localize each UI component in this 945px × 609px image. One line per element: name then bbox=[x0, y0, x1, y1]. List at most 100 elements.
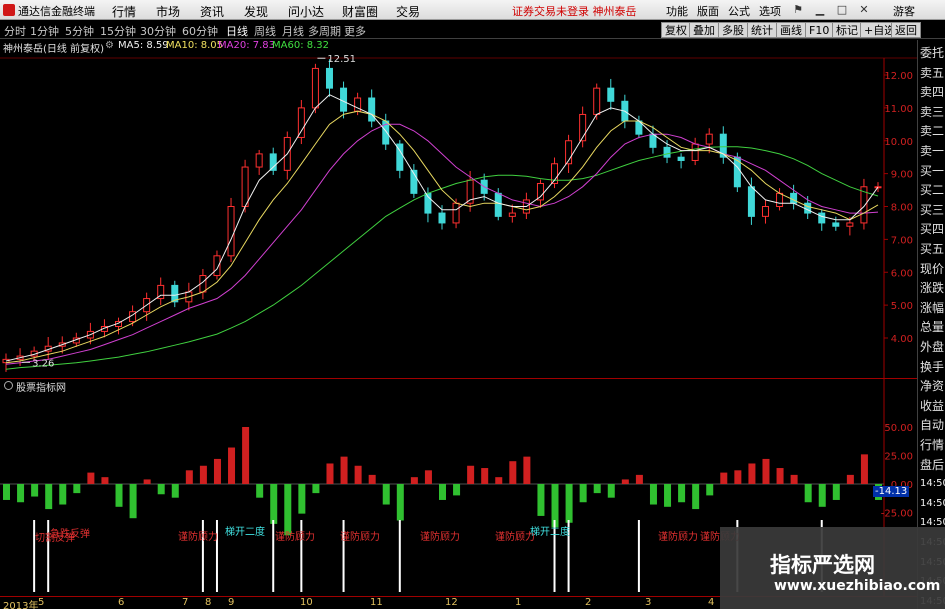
date-label: 9 bbox=[228, 597, 235, 608]
annotation-label: 12.51 bbox=[327, 54, 356, 65]
ma10-line bbox=[5, 110, 879, 364]
indicator-bar bbox=[59, 484, 67, 505]
watermark-url: www.xuezhibiao.com bbox=[774, 578, 941, 594]
signal-label: 梯开二度 bbox=[530, 525, 570, 538]
sidebar-item[interactable]: 卖四 bbox=[920, 83, 945, 101]
ma20-line bbox=[5, 123, 879, 365]
indicator-bar bbox=[537, 484, 545, 516]
sidebar-item[interactable]: 盘后 bbox=[920, 456, 945, 474]
sidebar-item[interactable]: 外盘 bbox=[920, 338, 945, 356]
sidebar-item[interactable]: 卖五 bbox=[920, 64, 945, 82]
indicator-bar bbox=[481, 468, 489, 484]
sidebar-item[interactable]: 换手 bbox=[920, 358, 945, 376]
date-label: 1 bbox=[515, 597, 522, 608]
candle-body bbox=[311, 67, 319, 109]
indicator-bar bbox=[284, 484, 292, 536]
sidebar-item[interactable]: 委托 bbox=[920, 44, 945, 62]
sidebar-item[interactable]: 卖三 bbox=[920, 103, 945, 121]
candle-body bbox=[494, 192, 502, 217]
watermark-title: 指标严选网 bbox=[770, 553, 875, 577]
candle-body bbox=[832, 222, 840, 227]
indicator-bar bbox=[790, 474, 798, 484]
indicator-bar bbox=[213, 458, 221, 484]
date-label: 2 bbox=[585, 597, 592, 608]
sidebar-item[interactable]: 涨跌 bbox=[920, 279, 945, 297]
indicator-bar bbox=[734, 470, 742, 484]
indicator-current-value: -14.13 bbox=[873, 486, 910, 497]
indicator-bar bbox=[706, 484, 714, 496]
candle-body bbox=[255, 153, 263, 168]
indicator-bar bbox=[424, 470, 432, 484]
sidebar-item[interactable]: 买三 bbox=[920, 201, 945, 219]
watermark: 指标严选网 www.xuezhibiao.com bbox=[720, 527, 945, 609]
indicator-bar bbox=[692, 484, 700, 510]
sidebar-item[interactable]: 买四 bbox=[920, 220, 945, 238]
signal-label: 谨防顾力 bbox=[420, 530, 460, 543]
indicator-bar bbox=[171, 484, 179, 498]
candle-body bbox=[705, 133, 713, 145]
y-tick-label: 9.00 bbox=[891, 170, 913, 181]
date-label: 6 bbox=[118, 597, 125, 608]
quote-sidebar: 委托卖五 卖四卖三 卖二卖一买一 买二买三 买四买五现价 涨跌涨幅 总量外盘换手 净资收益 自动… bbox=[917, 40, 945, 609]
indicator-bar bbox=[846, 474, 854, 484]
tdx-window: 通达信金融终端 行情 市场 资讯 发现 问小达 财富圈 交易 证券交易未登录 神… bbox=[0, 0, 945, 609]
indicator-bar bbox=[354, 465, 362, 484]
indicator-bar bbox=[368, 474, 376, 484]
indicator-bar bbox=[453, 484, 461, 496]
signal-label: 谨防顾力 bbox=[275, 530, 315, 543]
indicator-bar bbox=[776, 468, 784, 484]
sidebar-item[interactable]: 买一 bbox=[920, 162, 945, 180]
sidebar-item[interactable]: 行情 bbox=[920, 436, 945, 454]
sidebar-item[interactable]: 买二 bbox=[920, 181, 945, 199]
candle-body bbox=[297, 107, 305, 138]
y-tick-label: 5.00 bbox=[891, 301, 913, 312]
sidebar-item[interactable]: 涨幅 bbox=[920, 299, 945, 317]
date-label: 7 bbox=[182, 597, 189, 608]
sidebar-item[interactable]: 总量 bbox=[920, 318, 945, 336]
indicator-header: 股票指标网 bbox=[0, 378, 917, 394]
indicator-bar bbox=[565, 484, 573, 523]
sidebar-item[interactable]: 净资 bbox=[920, 377, 945, 395]
signal-label: 急跌反弹 bbox=[50, 527, 90, 540]
signal-label: 谨防顾力 bbox=[178, 530, 218, 543]
sidebar-item[interactable]: 收益 bbox=[920, 397, 945, 415]
indicator-bar bbox=[860, 454, 868, 484]
candle-body bbox=[269, 153, 277, 171]
sidebar-item[interactable]: 14:50 bbox=[920, 475, 945, 493]
indicator-tick-label: -25.00 bbox=[881, 509, 913, 520]
y-tick-label: 11.00 bbox=[884, 104, 913, 115]
sidebar-item[interactable]: 卖二 bbox=[920, 122, 945, 140]
indicator-bar bbox=[3, 484, 10, 500]
y-tick-label: 12.00 bbox=[884, 71, 913, 82]
signal-label: 梯开二度 bbox=[225, 525, 265, 538]
indicator-bar bbox=[228, 447, 236, 484]
candle-body bbox=[325, 67, 333, 89]
indicator-bar bbox=[664, 484, 672, 507]
indicator-bar bbox=[382, 484, 390, 505]
indicator-bar bbox=[396, 484, 404, 521]
indicator-bar bbox=[312, 484, 320, 494]
indicator-bar bbox=[242, 427, 250, 484]
date-label: 5 bbox=[38, 597, 45, 608]
indicator-bar bbox=[157, 484, 165, 495]
indicator-tick-label: 25.00 bbox=[884, 452, 913, 463]
y-tick-label: 8.00 bbox=[891, 203, 913, 214]
kline-chart[interactable]: 4.00 5.00 6.00 7.00 8.00 9.00 10.00 11.00 12.00 1… bbox=[0, 0, 917, 596]
sidebar-item[interactable]: 14:50 bbox=[920, 495, 945, 513]
sidebar-item[interactable]: 卖一 bbox=[920, 142, 945, 160]
date-label: 11 bbox=[370, 597, 383, 608]
date-label: 2013年 bbox=[3, 601, 39, 609]
sidebar-item[interactable]: 买五 bbox=[920, 240, 945, 258]
sidebar-item[interactable]: 现价 bbox=[920, 260, 945, 278]
indicator-bar bbox=[326, 463, 334, 484]
indicator-bar bbox=[607, 484, 615, 498]
candle-body bbox=[536, 182, 544, 201]
indicator-toggle-icon[interactable] bbox=[4, 381, 13, 390]
date-label: 12 bbox=[445, 597, 458, 608]
indicator-bar bbox=[593, 484, 601, 494]
sidebar-item[interactable]: 自动 bbox=[920, 416, 945, 434]
indicator-bar bbox=[762, 458, 770, 484]
candle-body bbox=[818, 212, 826, 224]
indicator-bar bbox=[621, 479, 629, 484]
candle-body bbox=[747, 186, 755, 217]
